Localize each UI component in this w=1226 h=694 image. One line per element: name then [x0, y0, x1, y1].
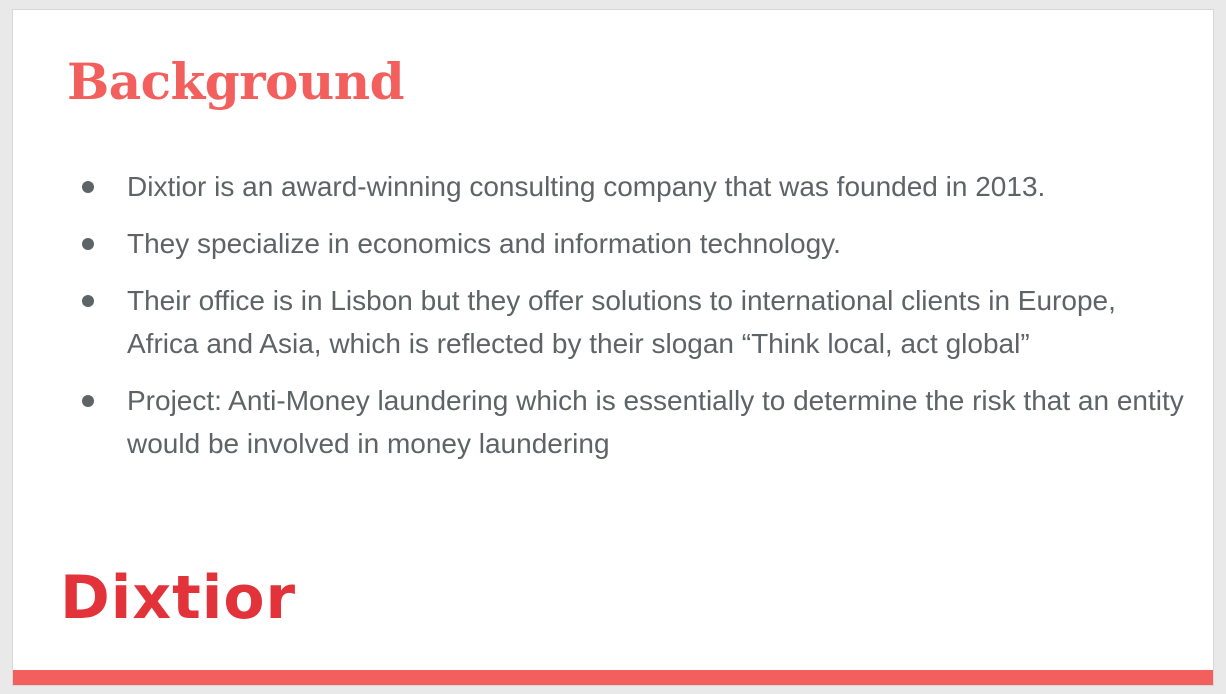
bullet-item: Dixtior is an award-winning consulting c… — [81, 165, 1186, 208]
bullet-item: Project: Anti-Money laundering which is … — [81, 379, 1186, 465]
dixtior-logo: Dixtior — [60, 563, 297, 633]
bullet-text: Project: Anti-Money laundering which is … — [127, 385, 1184, 459]
bullet-item: They specialize in economics and informa… — [81, 222, 1186, 265]
bullet-text: They specialize in economics and informa… — [127, 228, 841, 259]
slide: Background Dixtior is an award-winning c… — [12, 9, 1214, 686]
bullet-text: Their office is in Lisbon but they offer… — [127, 285, 1116, 359]
bullet-dot-icon — [82, 395, 94, 407]
slide-title: Background — [67, 52, 405, 111]
bullet-dot-icon — [82, 181, 94, 193]
bullet-item: Their office is in Lisbon but they offer… — [81, 279, 1186, 365]
bottom-accent-bar — [13, 670, 1213, 685]
bullet-text: Dixtior is an award-winning consulting c… — [127, 171, 1046, 202]
bullet-list: Dixtior is an award-winning consulting c… — [81, 165, 1186, 479]
bullet-dot-icon — [82, 295, 94, 307]
bullet-dot-icon — [82, 238, 94, 250]
